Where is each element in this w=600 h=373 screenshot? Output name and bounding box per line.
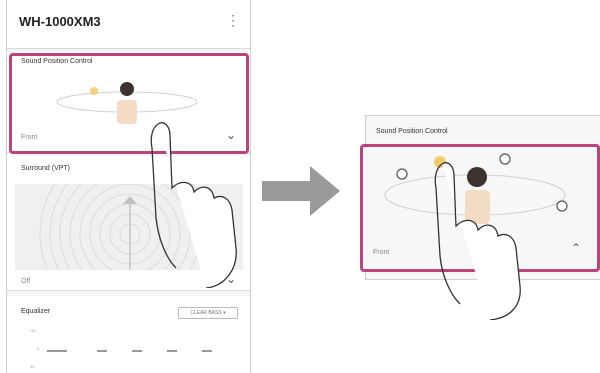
position-dot[interactable] [499,153,511,165]
expanded-position-illustration [384,153,568,224]
expanded-panel-title: Sound Position Control [376,128,448,135]
selected-position-dot[interactable] [434,156,446,168]
eq-bars [47,350,212,352]
listener-head [467,167,487,187]
eq-level-min: -10 [29,364,35,369]
eq-level-max: +10 [29,328,36,333]
listener-body [465,190,490,224]
app-screen: WH-1000XM3 ⋮ Sound Position Control Fron… [6,0,251,373]
app-title: WH-1000XM3 [19,14,101,29]
kebab-menu-icon[interactable]: ⋮ [226,12,240,29]
app-header: WH-1000XM3 ⋮ [7,0,250,49]
surround-title: Surround (VPT) [21,165,71,172]
eq-level-zero: 0 [37,346,40,351]
expanded-panel-value: Front [373,249,390,256]
chevron-down-icon[interactable]: ⌄ [226,272,236,286]
position-dot[interactable] [556,200,568,212]
surround-card[interactable]: Surround (VPT) Off ⌄ [7,156,250,291]
highlight-frame [9,53,249,154]
surround-value: Off [21,278,31,285]
arrow-right-icon [262,166,340,216]
equalizer-title: Equalizer [21,308,51,315]
surround-illustration [15,184,243,270]
equalizer-preset-button[interactable]: CLEAR BASS ▾ [178,307,238,319]
position-dot[interactable] [396,168,408,180]
equalizer-card[interactable]: Equalizer CLEAR BASS ▾ +10 0 -10 [7,296,250,373]
chevron-up-icon[interactable]: ⌃ [571,241,581,255]
